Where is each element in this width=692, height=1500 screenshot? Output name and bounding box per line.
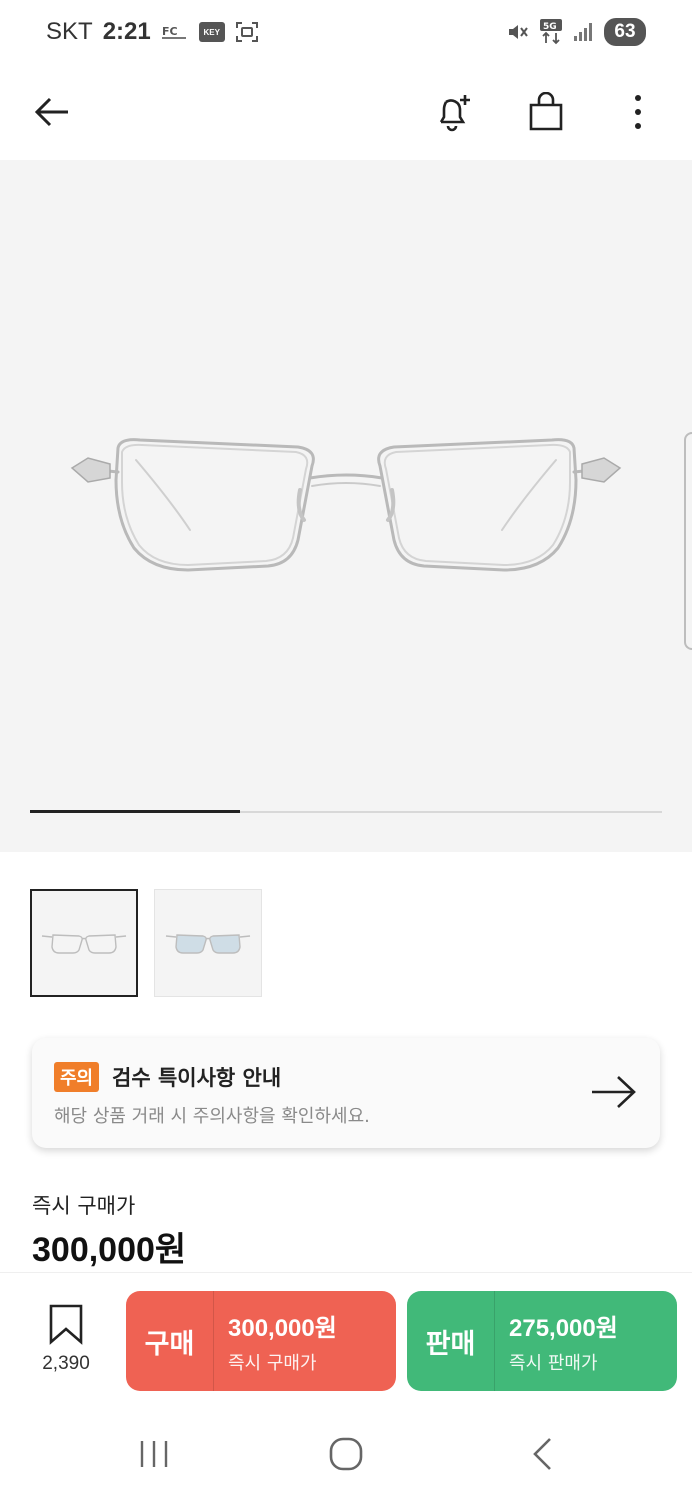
carrier-label: SKT: [46, 18, 93, 45]
chevron-left-icon: [533, 1438, 551, 1470]
top-nav: [0, 66, 692, 160]
gallery-progress-fill: [30, 810, 241, 813]
notice-subtitle: 해당 상품 거래 시 주의사항을 확인하세요.: [54, 1106, 370, 1127]
notice-title: 검수 특이사항 안내: [112, 1066, 282, 1090]
status-left: SKT 2:21 FC KEY: [46, 18, 259, 46]
bottom-action-bar: 2,390 구매 300,000원 즉시 구매가 판매 275,000원 즉시 …: [0, 1272, 692, 1404]
instant-buy-price-value: 300,000원: [32, 1231, 187, 1269]
glasses-thumb-image: [165, 934, 251, 954]
bookmark-icon: [49, 1304, 83, 1345]
thumbnail-silver-glasses[interactable]: [30, 889, 138, 997]
thumbnail-blue-lens-glasses[interactable]: [154, 889, 262, 997]
product-glasses-image: [70, 438, 622, 572]
wishlist-count: 2,390: [42, 1353, 90, 1374]
sell-sub-label: 즉시 판매가: [509, 1352, 598, 1374]
more-button[interactable]: [610, 84, 666, 140]
home-button[interactable]: [316, 1432, 376, 1476]
notice-badge: 주의: [54, 1062, 100, 1092]
back-arrow-icon: [34, 97, 68, 127]
side-drawer-handle[interactable]: [684, 432, 692, 650]
back-button[interactable]: [24, 84, 80, 140]
recent-apps-icon: [140, 1441, 168, 1467]
cart-button[interactable]: [518, 84, 574, 140]
shopping-bag-icon: [529, 92, 563, 131]
gallery-progress-track: [30, 810, 662, 813]
fc-app-icon: FC: [161, 22, 189, 42]
mute-icon: [506, 20, 530, 44]
sell-price: 275,000원: [509, 1314, 618, 1342]
clock: 2:21: [102, 18, 151, 45]
system-nav-bar: [0, 1404, 692, 1500]
buy-sub-label: 즉시 구매가: [228, 1352, 317, 1374]
product-image-carousel[interactable]: [0, 160, 692, 852]
wishlist-button[interactable]: 2,390: [30, 1303, 102, 1375]
arrow-right-icon: [590, 1072, 638, 1116]
recent-apps-button[interactable]: [124, 1432, 184, 1476]
alert-add-button[interactable]: [426, 84, 482, 140]
buy-label: 구매: [126, 1291, 214, 1391]
bell-plus-icon: [439, 95, 470, 132]
battery-indicator: 63: [604, 18, 646, 46]
buy-price: 300,000원: [228, 1314, 337, 1342]
glasses-thumb-image: [41, 934, 127, 954]
status-right: 5G 63: [506, 18, 646, 46]
buy-info: 300,000원 즉시 구매가: [214, 1291, 337, 1391]
instant-buy-price-label: 즉시 구매가: [32, 1194, 136, 1218]
svg-text:FC: FC: [162, 25, 178, 38]
sell-button[interactable]: 판매 275,000원 즉시 판매가: [407, 1291, 677, 1391]
status-bar: SKT 2:21 FC KEY 5G 63: [0, 0, 692, 66]
signal-icon: [572, 21, 594, 43]
sell-info: 275,000원 즉시 판매가: [495, 1291, 618, 1391]
inspection-notice-card[interactable]: 주의 검수 특이사항 안내 해당 상품 거래 시 주의사항을 확인하세요.: [32, 1038, 660, 1148]
thumbnail-strip: [30, 889, 262, 997]
screenshot-icon: [235, 20, 259, 44]
more-vert-icon: [635, 95, 641, 129]
sell-label: 판매: [407, 1291, 495, 1391]
network-label: 5G: [543, 22, 557, 32]
home-icon: [329, 1437, 363, 1471]
buy-button[interactable]: 구매 300,000원 즉시 구매가: [126, 1291, 396, 1391]
network-5g-icon: 5G: [540, 19, 562, 45]
key-badge-icon: KEY: [198, 22, 225, 42]
system-back-button[interactable]: [512, 1432, 572, 1476]
